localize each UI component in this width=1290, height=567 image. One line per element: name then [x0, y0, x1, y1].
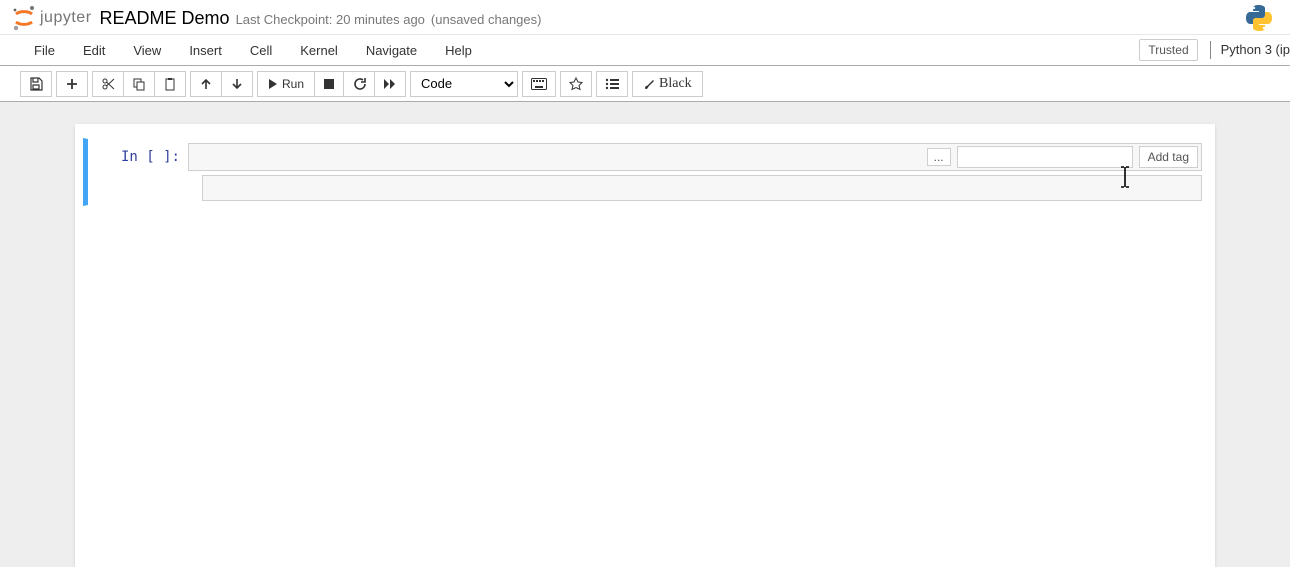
cut-button[interactable] — [92, 71, 124, 97]
menu-insert[interactable]: Insert — [175, 35, 236, 66]
kernel-logo — [1244, 3, 1274, 33]
black-button-label: Black — [659, 76, 692, 92]
restart-button[interactable] — [344, 71, 375, 97]
cell-body: ... Add tag — [188, 143, 1202, 201]
toolbar: Run Code Black — [0, 66, 1290, 102]
jupyter-logo-text: jupyter — [40, 9, 92, 27]
menu-kernel[interactable]: Kernel — [286, 35, 352, 66]
title-area: README Demo Last Checkpoint: 20 minutes … — [100, 8, 542, 29]
copy-button[interactable] — [124, 71, 155, 97]
menu-view[interactable]: View — [119, 35, 175, 66]
jupyter-logo-icon — [10, 4, 38, 32]
move-down-button[interactable] — [222, 71, 253, 97]
kernel-indicator-area: Trusted Python 3 (ip — [1139, 39, 1290, 61]
command-palette-icon — [569, 77, 583, 91]
stop-icon — [323, 78, 335, 90]
kernel-name[interactable]: Python 3 (ip — [1210, 41, 1290, 59]
paint-brush-icon — [643, 78, 655, 90]
tag-toolbar: ... Add tag — [188, 143, 1202, 171]
jupyter-logo[interactable]: jupyter — [10, 4, 92, 32]
fast-forward-icon — [383, 78, 397, 90]
save-button[interactable] — [20, 71, 52, 97]
menu-cell[interactable]: Cell — [236, 35, 286, 66]
black-format-button[interactable]: Black — [632, 71, 703, 97]
cell-type-select[interactable]: Code — [410, 71, 518, 97]
notebook-header: jupyter README Demo Last Checkpoint: 20 … — [0, 0, 1290, 34]
restart-icon — [352, 77, 366, 91]
notebook-container: In [ ]: ... Add tag — [75, 124, 1215, 567]
keyboard-button[interactable] — [522, 71, 556, 97]
paste-icon — [163, 77, 177, 91]
run-button[interactable]: Run — [257, 71, 315, 97]
tag-menu-button[interactable]: ... — [927, 148, 951, 166]
menu-file[interactable]: File — [20, 35, 69, 66]
notebook-area: In [ ]: ... Add tag — [0, 102, 1290, 567]
play-icon — [268, 78, 278, 90]
menu-navigate[interactable]: Navigate — [352, 35, 431, 66]
save-icon — [29, 77, 43, 91]
python-logo-icon — [1244, 3, 1274, 33]
input-prompt: In [ ]: — [88, 143, 188, 201]
arrow-up-icon — [199, 77, 213, 91]
run-button-label: Run — [282, 77, 304, 91]
add-tag-button[interactable]: Add tag — [1139, 146, 1198, 168]
code-input-area[interactable] — [202, 175, 1202, 201]
menu-edit[interactable]: Edit — [69, 35, 119, 66]
move-up-button[interactable] — [190, 71, 222, 97]
toc-button[interactable] — [596, 71, 628, 97]
menubar: File Edit View Insert Cell Kernel Naviga… — [2, 35, 486, 66]
arrow-down-icon — [230, 77, 244, 91]
copy-icon — [132, 77, 146, 91]
code-cell[interactable]: In [ ]: ... Add tag — [83, 138, 1207, 206]
notebook-name[interactable]: README Demo — [100, 8, 230, 29]
paste-button[interactable] — [155, 71, 186, 97]
stop-button[interactable] — [315, 71, 344, 97]
plus-icon — [65, 77, 79, 91]
tag-input[interactable] — [957, 146, 1133, 168]
keyboard-icon — [531, 78, 547, 90]
autosave-status: (unsaved changes) — [431, 12, 542, 27]
list-icon — [605, 78, 619, 90]
restart-run-all-button[interactable] — [375, 71, 406, 97]
trusted-indicator[interactable]: Trusted — [1139, 39, 1197, 61]
menu-help[interactable]: Help — [431, 35, 486, 66]
checkpoint-status: Last Checkpoint: 20 minutes ago — [236, 12, 425, 27]
command-palette-button[interactable] — [560, 71, 592, 97]
menubar-row: File Edit View Insert Cell Kernel Naviga… — [0, 34, 1290, 66]
insert-cell-button[interactable] — [56, 71, 88, 97]
scissors-icon — [101, 77, 115, 91]
